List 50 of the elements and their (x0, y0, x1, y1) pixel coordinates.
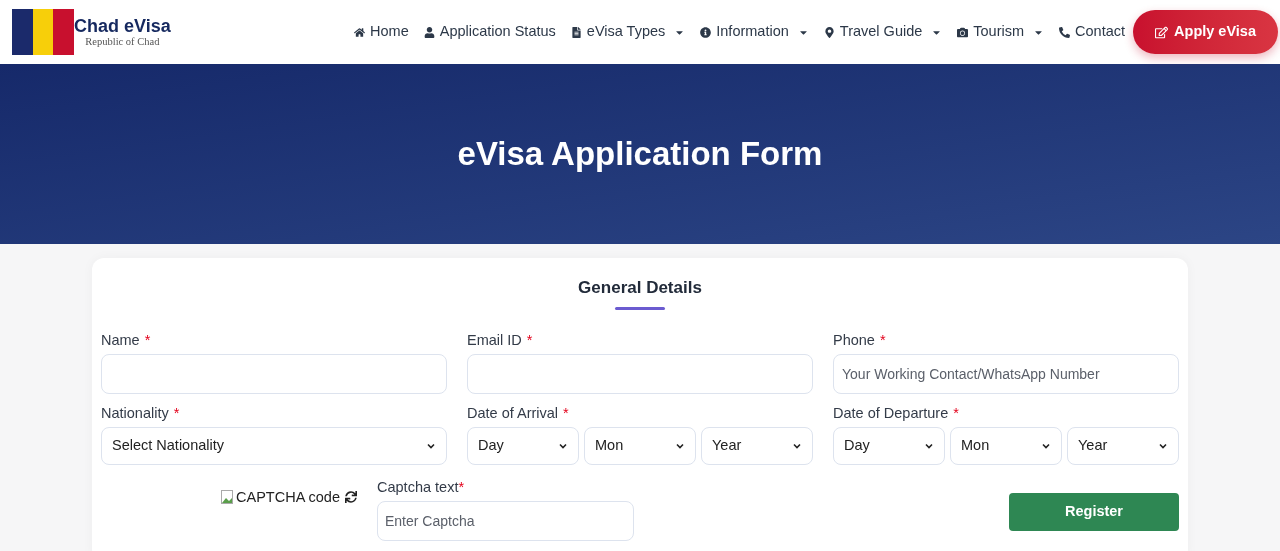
select-field[interactable]: Mon (950, 426, 1062, 465)
nav-link[interactable]: eVisa Types (570, 21, 686, 43)
required-mark: * (458, 477, 465, 497)
input-field[interactable]: Your Working Contact/WhatsApp Number (833, 353, 1179, 394)
home-icon (354, 26, 366, 38)
required-mark: * (173, 403, 180, 423)
info-icon (700, 26, 712, 38)
brand-subtitle: Republic of Chad (85, 36, 160, 48)
phone-icon (1059, 26, 1071, 38)
brand-title[interactable]: Chad eVisa (74, 16, 171, 35)
required-mark: * (879, 330, 886, 350)
apply-button[interactable]: Apply eVisa (1133, 10, 1278, 54)
nav-link[interactable]: Contact (1059, 21, 1126, 43)
nav-link[interactable]: Travel Guide (823, 21, 943, 43)
required-mark: * (144, 330, 151, 350)
field-label: Captcha text (377, 477, 459, 497)
required-mark: * (953, 403, 959, 423)
field-label: Name (101, 330, 140, 350)
input-field[interactable] (101, 353, 447, 394)
field-label: Date of Departure (833, 403, 949, 423)
required-mark: * (526, 330, 533, 350)
nav-link[interactable]: Home (354, 21, 409, 43)
select-field[interactable]: Day (833, 426, 945, 465)
select-field[interactable]: Year (1067, 426, 1179, 465)
input-field[interactable] (467, 353, 813, 394)
field-label: Nationality (101, 403, 169, 423)
required-mark: * (563, 403, 569, 423)
field-label: Date of Arrival (467, 403, 559, 423)
field-label: Email ID (467, 330, 522, 350)
page-title: eVisa Application Form (457, 134, 823, 175)
camera-icon (957, 26, 969, 38)
document-icon (570, 26, 582, 38)
register-button[interactable]: Register (1009, 492, 1179, 531)
select-field[interactable]: Mon (584, 426, 696, 465)
edit-icon (1155, 25, 1169, 39)
broken-image-icon (221, 490, 234, 505)
section-title: General Details (578, 277, 702, 299)
nav-link[interactable]: Tourism (957, 21, 1045, 43)
user-icon (423, 26, 435, 38)
select-field[interactable]: Select Nationality (101, 426, 447, 465)
field-label: Phone (833, 330, 875, 350)
refresh-icon[interactable] (345, 491, 357, 504)
flag-icon (12, 9, 74, 55)
captcha-field[interactable]: Enter Captcha (377, 500, 634, 541)
select-field[interactable]: Day (467, 426, 579, 465)
select-field[interactable]: Year (701, 426, 813, 465)
captcha-image-alt-text: CAPTCHA code (236, 487, 340, 507)
map-pin-icon (823, 26, 835, 38)
nav-link[interactable]: Information (700, 21, 809, 43)
nav-link[interactable]: Application Status (423, 21, 556, 43)
